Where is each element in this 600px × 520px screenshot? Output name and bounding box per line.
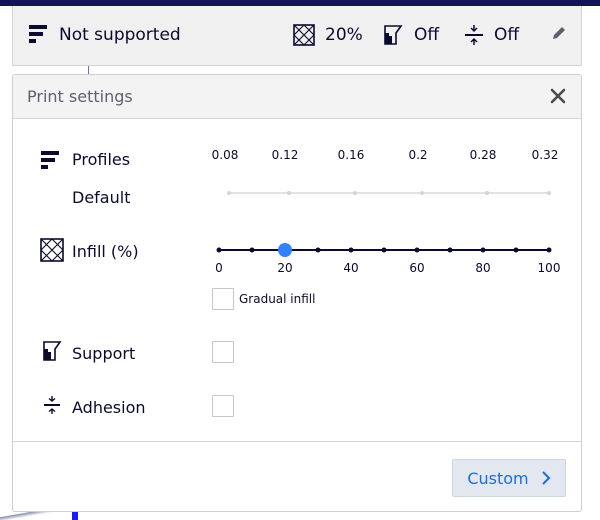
header-profile-label: Not supported xyxy=(59,25,181,45)
infill-step-dot[interactable] xyxy=(447,247,453,253)
infill-slider-handle[interactable] xyxy=(278,243,292,257)
print-setup-header[interactable]: Not supported 20% Off Off xyxy=(12,6,582,66)
chevron-right-icon xyxy=(541,471,551,485)
close-button[interactable] xyxy=(547,85,569,107)
adhesion-icon xyxy=(464,24,484,46)
infill-tick-label: 20 xyxy=(277,261,293,275)
infill-step-dot[interactable] xyxy=(348,247,354,253)
layer-height-dot[interactable] xyxy=(420,191,424,195)
layer-height-dot[interactable] xyxy=(353,191,357,195)
infill-step-dot[interactable] xyxy=(381,247,387,253)
layer-height-dot[interactable] xyxy=(485,191,489,195)
layer-height-tick-label: 0.28 xyxy=(469,148,497,162)
header-infill-label: 20% xyxy=(325,25,363,45)
layer-height-track[interactable] xyxy=(229,192,551,194)
infill-step-dot[interactable] xyxy=(480,247,486,253)
support-icon xyxy=(382,24,404,46)
support-label: Support xyxy=(72,344,136,363)
layer-height-tick-label: 0.2 xyxy=(408,148,428,162)
gradual-infill-label: Gradual infill xyxy=(239,292,316,306)
profile-icon xyxy=(29,24,49,46)
header-profile[interactable]: Not supported xyxy=(29,6,181,64)
profile-current-value: Default xyxy=(72,188,131,207)
header-support-label: Off xyxy=(414,25,440,45)
panel-footer-divider xyxy=(13,441,581,442)
infill-step-dot[interactable] xyxy=(249,247,255,253)
print-settings-panel: Print settings Profiles Default 0.08 0.12… xyxy=(12,74,582,512)
support-row-icon xyxy=(41,340,63,366)
header-support[interactable]: Off xyxy=(382,6,439,64)
infill-step-dot[interactable] xyxy=(216,247,222,253)
infill-icon xyxy=(293,24,315,46)
layer-height-dot[interactable] xyxy=(287,191,291,195)
pencil-icon xyxy=(551,25,567,46)
layer-height-dot[interactable] xyxy=(547,191,551,195)
profiles-icon xyxy=(41,151,61,175)
support-checkbox[interactable] xyxy=(212,341,234,363)
infill-tick-label: 80 xyxy=(475,261,491,275)
infill-step-dot[interactable] xyxy=(414,247,420,253)
gradual-infill-checkbox[interactable] xyxy=(212,288,234,310)
panel-header: Print settings xyxy=(13,75,581,119)
adhesion-label: Adhesion xyxy=(72,398,146,417)
panel-title: Print settings xyxy=(27,87,133,106)
layer-height-tick-label: 0.16 xyxy=(337,148,365,162)
infill-tick-label: 60 xyxy=(409,261,425,275)
infill-step-dot[interactable] xyxy=(513,247,519,253)
layer-height-dot[interactable] xyxy=(227,191,231,195)
layer-height-tick-label: 0.32 xyxy=(531,148,559,162)
custom-button-label: Custom xyxy=(467,468,529,488)
infill-tick-label: 100 xyxy=(537,261,561,275)
layer-height-tick-label: 0.12 xyxy=(271,148,299,162)
profiles-label: Profiles xyxy=(72,150,131,169)
edit-button[interactable] xyxy=(551,6,567,64)
adhesion-row-icon xyxy=(43,395,61,419)
adhesion-checkbox[interactable] xyxy=(212,395,234,417)
infill-step-dot[interactable] xyxy=(546,247,552,253)
infill-tick-label: 40 xyxy=(343,261,359,275)
header-adhesion-label: Off xyxy=(494,25,520,45)
header-infill[interactable]: 20% xyxy=(293,6,363,64)
header-adhesion[interactable]: Off xyxy=(464,6,519,64)
layer-height-tick-label: 0.08 xyxy=(211,148,239,162)
custom-button[interactable]: Custom xyxy=(452,459,566,497)
infill-step-dot[interactable] xyxy=(315,247,321,253)
close-icon xyxy=(550,88,566,104)
infill-label: Infill (%) xyxy=(72,242,139,261)
infill-tick-label: 0 xyxy=(215,261,223,275)
infill-row-icon xyxy=(40,238,64,266)
